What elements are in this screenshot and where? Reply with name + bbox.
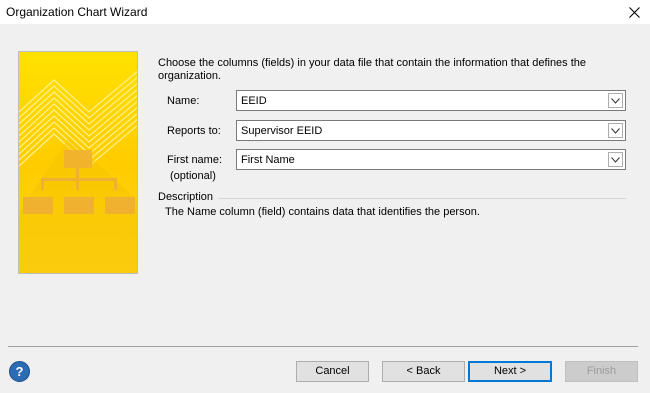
name-value: EEID xyxy=(241,95,267,107)
chevron-down-icon[interactable] xyxy=(608,152,623,167)
first-name-combobox[interactable]: First Name xyxy=(236,149,626,170)
first-name-label: First name: xyxy=(167,154,223,166)
close-icon xyxy=(628,6,640,18)
finish-button[interactable]: Finish xyxy=(565,361,638,382)
close-button[interactable] xyxy=(618,0,650,24)
name-combobox[interactable]: EEID xyxy=(236,90,626,111)
back-button[interactable]: < Back xyxy=(382,361,465,382)
window-title: Organization Chart Wizard xyxy=(6,5,148,19)
first-name-optional-label: (optional) xyxy=(170,170,216,182)
next-button[interactable]: Next > xyxy=(468,361,552,382)
footer-separator xyxy=(8,346,638,347)
description-heading: Description xyxy=(158,191,214,203)
help-glyph: ? xyxy=(15,364,24,379)
description-divider xyxy=(218,198,626,199)
chevron-down-icon[interactable] xyxy=(608,123,623,138)
first-name-value: First Name xyxy=(241,154,295,166)
chevron-down-icon[interactable] xyxy=(608,93,623,108)
reports-to-label: Reports to: xyxy=(167,125,221,137)
cancel-button[interactable]: Cancel xyxy=(296,361,369,382)
wizard-banner-image xyxy=(18,51,138,274)
help-icon[interactable]: ? xyxy=(9,361,30,382)
title-bar: Organization Chart Wizard xyxy=(0,0,650,24)
reports-to-combobox[interactable]: Supervisor EEID xyxy=(236,120,626,141)
name-label: Name: xyxy=(167,95,200,107)
description-text: The Name column (field) contains data th… xyxy=(165,206,480,218)
reports-to-value: Supervisor EEID xyxy=(241,125,323,137)
intro-text: Choose the columns (fields) in your data… xyxy=(158,57,587,82)
